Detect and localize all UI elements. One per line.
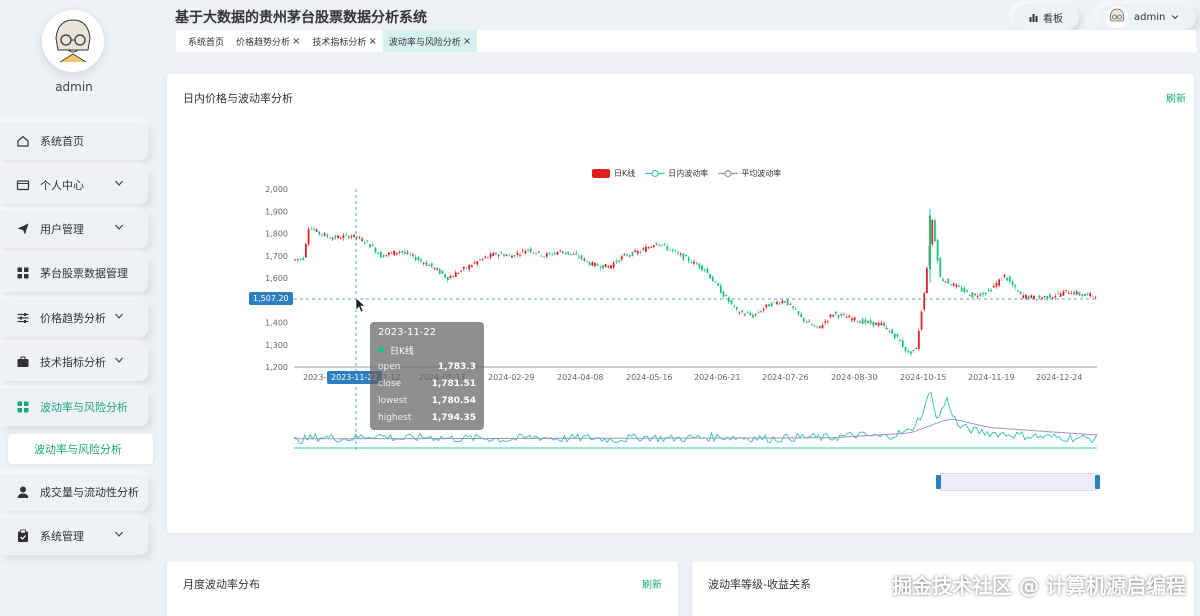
kanban-button[interactable]: 看板 — [1013, 4, 1079, 30]
sidebar-item-tech-indicators[interactable]: 技术指标分析 — [0, 343, 148, 381]
sidebar-item-profile[interactable]: 个人中心 — [0, 166, 148, 204]
tooltip-series: 日K线 — [378, 342, 476, 358]
datazoom-handle-right[interactable] — [1095, 475, 1100, 489]
chevron-down-icon — [114, 311, 124, 321]
watermark: 掘金技术社区 @ 计算机源启编程 — [892, 574, 1186, 598]
sidebar-item-stock-data[interactable]: 茅台股票数据管理 — [0, 254, 148, 292]
legend-item[interactable]: 日内波动率 — [668, 168, 708, 179]
home-icon — [16, 134, 30, 148]
send-icon — [16, 222, 30, 236]
tooltip-value: 1,783.3 — [437, 361, 476, 372]
sidebar-item-label: 系统首页 — [40, 135, 84, 148]
card-title: 日内价格与波动率分析 — [183, 92, 293, 105]
sidebar-item-label: 系统管理 — [40, 530, 84, 543]
refresh-button[interactable]: 刷新 — [642, 576, 662, 591]
close-icon[interactable]: × — [463, 36, 471, 47]
grid-icon — [16, 266, 30, 280]
close-icon[interactable]: × — [292, 36, 300, 47]
chart-card-monthly: 月度波动率分布 刷新 — [167, 561, 678, 616]
bar-chart-icon — [1029, 13, 1038, 22]
sidebar-item-volume-liquidity[interactable]: 成交量与流动性分析 — [0, 473, 148, 511]
tab-label: 价格趋势分析 — [236, 37, 291, 48]
sliders-icon — [16, 311, 30, 325]
avatar — [1106, 6, 1128, 28]
tooltip-key: lowest — [378, 395, 408, 406]
series-dot — [378, 347, 384, 353]
tab-label: 波动率与风险分析 — [388, 37, 461, 48]
sidebar-item-label: 茅台股票数据管理 — [40, 267, 128, 280]
chevron-down-icon — [114, 178, 124, 188]
sidebar-item-system[interactable]: 系统管理 — [0, 517, 148, 555]
legend-kline-swatch — [592, 169, 610, 178]
sidebar-item-volatility-risk[interactable]: 波动率与风险分析 — [0, 388, 148, 426]
chart-legend[interactable]: 日K线 日内波动率 平均波动率 — [592, 168, 781, 179]
sidebar: admin 系统首页 个人中心 用户管理 茅台股票数据管理 价格趋势分析 技术指… — [0, 0, 162, 616]
tooltip-row: close 1,781.51 — [378, 375, 476, 392]
tooltip-row: lowest 1,780.54 — [378, 392, 476, 409]
legend-avg-swatch — [718, 169, 739, 178]
sidebar-item-label: 技术指标分析 — [40, 356, 106, 369]
sidebar-item-users[interactable]: 用户管理 — [0, 210, 148, 248]
sidebar-item-home[interactable]: 系统首页 — [0, 122, 148, 160]
tab-bar: 系统首页 价格趋势分析 × 技术指标分析 × 波动率与风险分析 × — [176, 30, 1196, 52]
legend-vol-swatch — [645, 169, 666, 178]
id-card-icon — [16, 178, 30, 192]
clipboard-icon — [16, 529, 30, 543]
tooltip-row: open 1,783.3 — [378, 358, 476, 375]
tooltip-row: highest 1,794.35 — [378, 409, 476, 426]
briefcase-icon — [16, 355, 30, 369]
tab-home[interactable]: 系统首页 — [182, 30, 230, 52]
card-title: 波动率等级-收益关系 — [708, 578, 811, 591]
datazoom-slider[interactable] — [940, 473, 1098, 491]
grid-icon — [16, 400, 30, 414]
chevron-down-icon — [1171, 13, 1179, 21]
sidebar-item-label: 价格趋势分析 — [40, 312, 106, 325]
axis-pointer-y-label: 1,507.20 — [249, 292, 293, 305]
tooltip-key: highest — [378, 412, 412, 423]
sidebar-item-label: 波动率与风险分析 — [40, 401, 128, 414]
chevron-down-icon — [114, 222, 124, 232]
sidebar-item-label: 用户管理 — [40, 223, 84, 236]
user-icon — [16, 485, 30, 499]
tooltip-series-name: 日K线 — [390, 346, 414, 357]
tab-price-trend[interactable]: 价格趋势分析 × — [230, 30, 306, 52]
card-title: 月度波动率分布 — [183, 578, 260, 591]
legend-item[interactable]: 日K线 — [614, 168, 635, 179]
user-menu-button[interactable]: admin — [1098, 4, 1196, 30]
sidebar-item-price-trend[interactable]: 价格趋势分析 — [0, 299, 148, 337]
tooltip-value: 1,780.54 — [431, 395, 476, 406]
tab-label: 技术指标分析 — [312, 37, 367, 48]
avatar[interactable] — [42, 10, 104, 72]
legend-item[interactable]: 平均波动率 — [741, 168, 781, 179]
chevron-down-icon — [114, 529, 124, 539]
kanban-label: 看板 — [1043, 13, 1063, 25]
close-icon[interactable]: × — [368, 36, 376, 47]
tooltip-value: 1,794.35 — [431, 412, 476, 423]
chevron-down-icon — [114, 355, 124, 365]
tab-label: 系统首页 — [188, 37, 225, 48]
datazoom-handle-left[interactable] — [936, 475, 941, 489]
chart-card-intraday: 日内价格与波动率分析 刷新 — [167, 74, 1194, 533]
sidebar-username: admin — [55, 80, 93, 94]
user-name: admin — [1134, 11, 1166, 23]
app-title: 基于大数据的贵州茅台股票数据分析系统 — [175, 10, 427, 26]
tooltip-key: close — [378, 378, 402, 389]
sidebar-item-label: 成交量与流动性分析 — [40, 486, 139, 499]
tab-volatility-risk[interactable]: 波动率与风险分析 × — [382, 30, 478, 52]
tab-tech-indicators[interactable]: 技术指标分析 × — [306, 30, 382, 52]
chart-tooltip: 2023-11-22 日K线 open 1,783.3 close 1,781.51… — [370, 322, 484, 430]
tooltip-key: open — [378, 361, 401, 372]
sidebar-subitem-volatility-risk[interactable]: 波动率与风险分析 — [8, 434, 153, 464]
tooltip-date: 2023-11-22 — [378, 327, 437, 338]
refresh-button[interactable]: 刷新 — [1166, 90, 1186, 105]
sidebar-item-label: 个人中心 — [40, 179, 84, 192]
tooltip-value: 1,781.51 — [431, 378, 476, 389]
